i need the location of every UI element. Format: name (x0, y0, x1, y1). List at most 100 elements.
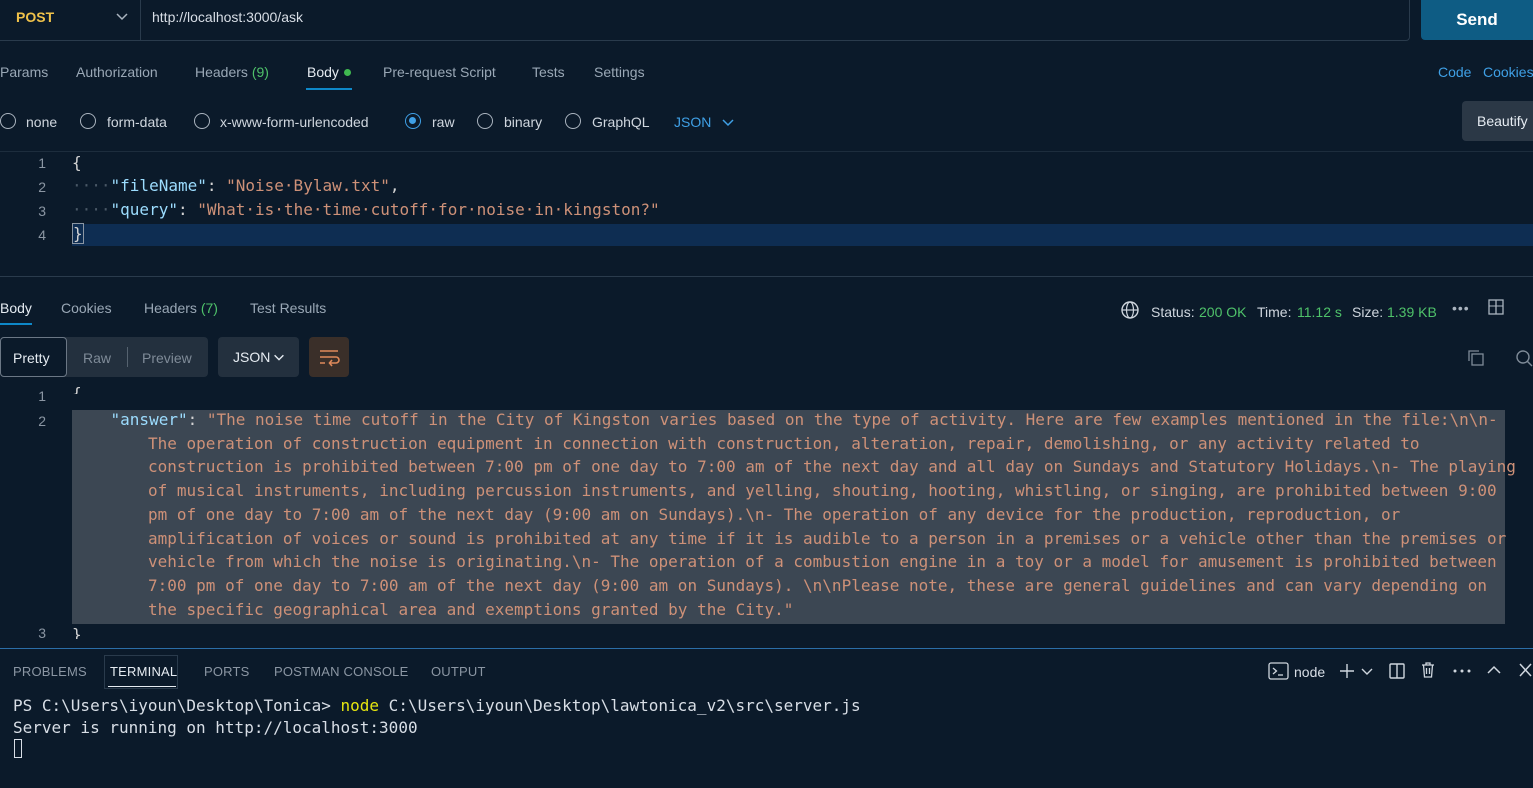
more-actions-icon[interactable] (1452, 662, 1472, 680)
panel-tab-problems[interactable]: PROBLEMS (13, 664, 87, 679)
radio-urlencoded[interactable] (194, 113, 210, 129)
resp-tab-headers[interactable]: Headers (7) (144, 300, 218, 316)
layout-split-icon[interactable] (1487, 298, 1505, 316)
radio-binary-label: binary (504, 114, 543, 130)
terminal-args: C:\Users\iyoun\Desktop\lawtonica_v2\src\… (379, 696, 861, 715)
status-value[interactable]: 200 OK (1199, 304, 1246, 320)
radio-graphql-label: GraphQL (592, 114, 650, 130)
panel-tab-output[interactable]: OUTPUT (431, 664, 486, 679)
radio-urlencoded-label: x-www-form-urlencoded (220, 114, 369, 130)
response-format-label: JSON (233, 349, 271, 365)
radio-form-data[interactable] (80, 113, 96, 129)
answer-line: the specific geographical area and exemp… (148, 600, 794, 619)
terminal-cursor[interactable] (14, 739, 22, 758)
tab-headers[interactable]: Headers (9) (195, 64, 269, 80)
chevron-down-icon (274, 354, 285, 361)
terminal-shell-icon[interactable] (1268, 661, 1290, 681)
resp-line-2: "answer": "The noise time cutoff in the … (110, 410, 1498, 429)
indent-whitespace: ···· (72, 176, 111, 195)
line-number: 1 (38, 155, 46, 171)
tab-tests[interactable]: Tests (532, 64, 565, 80)
open-brace: { (72, 153, 82, 172)
tab-settings[interactable]: Settings (594, 64, 645, 80)
terminal-output-line: Server is running on http://localhost:30… (13, 718, 418, 737)
view-preview-button[interactable]: Preview (142, 350, 192, 366)
code-link[interactable]: Code (1438, 64, 1471, 80)
code-line-2: ····"fileName": "Noise·Bylaw.txt", (72, 176, 400, 195)
terminal-command-line: PS C:\Users\iyoun\Desktop\Tonica> node C… (13, 696, 861, 715)
tab-params[interactable]: Params (0, 64, 48, 80)
answer-line: construction is prohibited between 7:00 … (148, 457, 1516, 476)
resp-tab-test-results[interactable]: Test Results (250, 300, 326, 316)
code-line-4: } (72, 223, 84, 244)
line-number: 1 (38, 388, 46, 404)
size-label: Size: (1352, 304, 1384, 320)
headers-count: (9) (251, 64, 269, 80)
code-line-3: ····"query": "What·is·the·time·cutoff·fo… (72, 200, 660, 219)
time-value[interactable]: 11.12 s (1297, 304, 1342, 320)
globe-icon[interactable] (1120, 300, 1140, 320)
radio-graphql[interactable] (565, 113, 581, 129)
resp-tab-body[interactable]: Body (0, 300, 32, 316)
tab-prerequest-script[interactable]: Pre-request Script (383, 64, 496, 80)
send-button[interactable]: Send (1421, 0, 1533, 40)
json-key: "answer" (110, 410, 188, 429)
size-value[interactable]: 1.39 KB (1387, 304, 1437, 320)
radio-none[interactable] (0, 113, 16, 129)
method-select[interactable]: POST (16, 9, 54, 25)
json-string: "Noise·Bylaw.txt" (226, 176, 390, 195)
radio-raw-label: raw (432, 114, 455, 130)
indent-whitespace: ···· (72, 200, 111, 219)
resp-tab-headers-label: Headers (144, 300, 197, 316)
url-input[interactable]: http://localhost:3000/ask (152, 9, 303, 25)
more-options-icon[interactable]: ••• (1452, 300, 1470, 316)
line-number: 3 (38, 203, 46, 219)
chevron-down-icon[interactable] (114, 8, 130, 24)
panel-tab-terminal[interactable]: TERMINAL (110, 664, 177, 679)
chevron-up-icon[interactable] (1486, 662, 1502, 678)
resp-headers-count: (7) (200, 300, 218, 316)
line-number: 2 (38, 179, 46, 195)
format-select[interactable]: JSON (674, 114, 711, 130)
current-line-highlight (72, 224, 1533, 246)
answer-line: The operation of construction equipment … (148, 434, 1420, 453)
cookies-link[interactable]: Cookies (1483, 64, 1533, 80)
beautify-button[interactable]: Beautify (1462, 101, 1533, 141)
resp-tab-cookies[interactable]: Cookies (61, 300, 112, 316)
copy-icon[interactable] (1466, 348, 1486, 368)
line-number: 2 (38, 413, 46, 429)
body-modified-dot (344, 69, 351, 76)
json-key: "query" (110, 200, 178, 219)
line-number: 3 (38, 625, 46, 639)
status-label: Status: (1151, 304, 1195, 320)
terminal-shell-label[interactable]: node (1294, 664, 1325, 680)
trash-icon[interactable] (1420, 661, 1436, 679)
plus-icon[interactable] (1338, 662, 1356, 680)
view-separator (127, 347, 128, 367)
wrap-lines-button[interactable] (309, 337, 349, 377)
resp-open-brace: { (72, 384, 82, 394)
json-key: "fileName" (110, 176, 207, 195)
view-pretty-button[interactable]: Pretty (0, 337, 67, 377)
tab-body[interactable]: Body (307, 64, 339, 80)
close-icon[interactable] (1518, 662, 1533, 678)
chevron-down-icon[interactable] (1360, 664, 1374, 678)
radio-raw[interactable] (405, 113, 421, 129)
active-panel-indicator (108, 686, 176, 687)
response-format-select[interactable]: JSON (218, 337, 299, 377)
panel-tab-ports[interactable]: PORTS (204, 664, 250, 679)
radio-none-label: none (26, 114, 58, 130)
resp-close-brace: } (72, 625, 82, 639)
tab-authorization[interactable]: Authorization (76, 64, 158, 80)
radio-binary[interactable] (477, 113, 493, 129)
answer-line: 7:00 pm of one day to 7:00 am of the nex… (148, 576, 1487, 595)
answer-line: of musical instruments, including percus… (148, 481, 1497, 500)
wrap-icon (320, 350, 340, 367)
view-raw-button[interactable]: Raw (83, 350, 111, 366)
chevron-down-icon[interactable] (720, 114, 736, 130)
split-terminal-icon[interactable] (1388, 662, 1406, 680)
search-icon[interactable] (1514, 348, 1533, 368)
panel-tab-postman-console[interactable]: POSTMAN CONSOLE (274, 664, 408, 679)
answer-line: "The noise time cutoff in the City of Ki… (206, 410, 1498, 429)
terminal-prompt: PS C:\Users\iyoun\Desktop\Tonica> (13, 696, 341, 715)
